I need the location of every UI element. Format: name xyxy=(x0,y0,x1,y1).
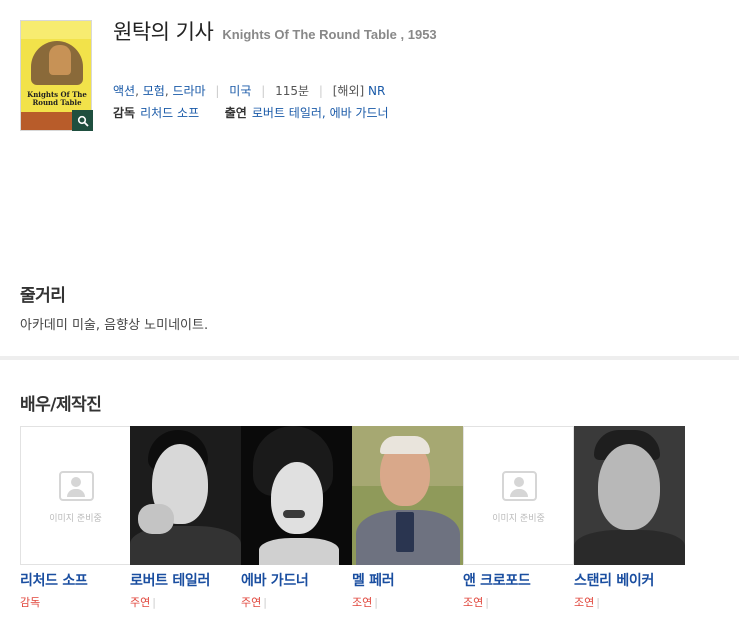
crew-role: 조연 | xyxy=(352,596,378,609)
cast-crew-heading: 배우/제작진 xyxy=(20,395,102,415)
title-english: Knights Of The Round Table , 1953 xyxy=(222,27,437,42)
cast-crew-list: 이미지 준비중 리처드 소프 감독 로버트 테일러 주연 | 에바 가드너 주연 | xyxy=(20,426,720,616)
magnifier-icon xyxy=(77,115,89,127)
no-image-placeholder[interactable]: 이미지 준비중 xyxy=(20,426,131,565)
crew-name[interactable]: 에바 가드너 xyxy=(241,570,352,590)
crew-name[interactable]: 멜 페러 xyxy=(352,570,463,590)
poster-title: Knights Of The Round Table xyxy=(27,90,87,107)
country-link[interactable]: 미국 xyxy=(229,84,251,98)
crew-role: 조연 | xyxy=(463,596,489,609)
synopsis-heading: 줄거리 xyxy=(20,286,66,306)
poster-top-band xyxy=(21,21,91,39)
runtime: 115분 xyxy=(275,84,310,98)
director-link[interactable]: 리처드 소프 xyxy=(140,106,199,120)
crew-name[interactable]: 리처드 소프 xyxy=(20,570,131,590)
crew-card[interactable]: 이미지 준비중 앤 크로포드 조연 | xyxy=(463,426,574,610)
director-label: 감독 xyxy=(113,106,136,120)
movie-credits: 감독 리처드 소프 출연 로버트 테일러, 에바 가드너 xyxy=(113,106,389,120)
crew-card[interactable]: 에바 가드너 주연 | xyxy=(241,426,352,610)
crew-role: 감독 xyxy=(20,596,41,609)
crew-photo[interactable] xyxy=(130,426,241,565)
movie-title: 원탁의 기사 Knights Of The Round Table , 1953 xyxy=(113,16,437,46)
person-placeholder-icon xyxy=(59,471,94,501)
separator: | xyxy=(215,84,220,98)
crew-role: 조연 | xyxy=(574,596,600,609)
genre-link[interactable]: 드라마 xyxy=(172,84,205,98)
separator: | xyxy=(318,84,323,98)
crew-role: 주연 | xyxy=(130,596,156,609)
section-divider xyxy=(0,356,739,360)
crew-photo[interactable] xyxy=(241,426,352,565)
crew-photo[interactable] xyxy=(352,426,463,565)
crew-card[interactable]: 로버트 테일러 주연 | xyxy=(130,426,241,610)
no-image-text: 이미지 준비중 xyxy=(492,514,545,524)
crew-role: 주연 | xyxy=(241,596,267,609)
rating-link[interactable]: NR xyxy=(368,84,385,98)
movie-meta: 액션, 모험, 드라마 | 미국 | 115분 | [해외] NR xyxy=(113,84,386,98)
rating-prefix: [해외] xyxy=(332,84,365,98)
genre-link[interactable]: 액션 xyxy=(113,84,135,98)
poster-figure-face xyxy=(49,45,71,75)
crew-card[interactable]: 이미지 준비중 리처드 소프 감독 xyxy=(20,426,131,610)
crew-card[interactable]: 스탠리 베이커 조연 | xyxy=(574,426,685,610)
no-image-placeholder[interactable]: 이미지 준비중 xyxy=(463,426,574,565)
title-korean: 원탁의 기사 xyxy=(113,20,214,44)
crew-card[interactable]: 멜 페러 조연 | xyxy=(352,426,463,610)
cast-link[interactable]: 에바 가드너 xyxy=(330,106,389,120)
crew-photo[interactable] xyxy=(574,426,685,565)
genre-link[interactable]: 모험 xyxy=(143,84,165,98)
person-placeholder-icon xyxy=(502,471,537,501)
crew-name[interactable]: 스탠리 베이커 xyxy=(574,570,685,590)
synopsis-text: 아카데미 미술, 음향상 노미네이트. xyxy=(20,318,209,333)
no-image-text: 이미지 준비중 xyxy=(49,514,102,524)
zoom-button[interactable] xyxy=(72,110,93,131)
cast-label: 출연 xyxy=(224,106,247,120)
cast-link[interactable]: 로버트 테일러 xyxy=(252,106,322,120)
separator: | xyxy=(261,84,266,98)
crew-name[interactable]: 앤 크로포드 xyxy=(463,570,574,590)
crew-name[interactable]: 로버트 테일러 xyxy=(130,570,241,590)
